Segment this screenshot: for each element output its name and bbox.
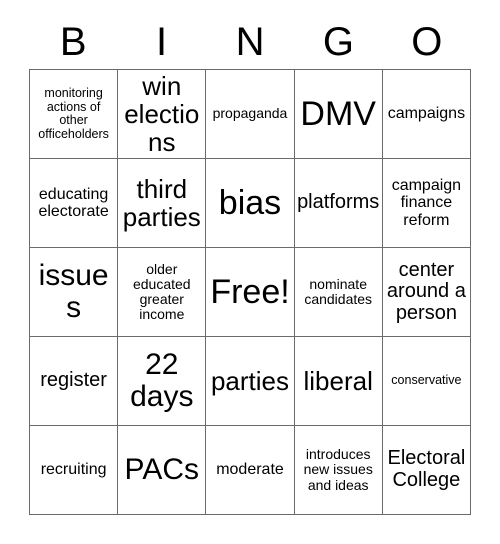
bingo-cell-r2c4[interactable]: platforms: [294, 159, 383, 248]
bingo-cell-r4c5[interactable]: conservative: [382, 337, 471, 426]
bingo-cell-label: introduces new issues and ideas: [303, 446, 373, 493]
bingo-cell-r5c5[interactable]: Electoral College: [382, 426, 471, 515]
bingo-header-letter-n: N: [235, 19, 265, 64]
bingo-header-letter-i: I: [156, 19, 168, 64]
bingo-cell-r5c1[interactable]: recruiting: [30, 426, 119, 515]
bingo-cell-label: educating electorate: [38, 185, 109, 220]
bingo-cell-r4c3[interactable]: parties: [206, 337, 295, 426]
bingo-cell-r4c4[interactable]: liberal: [294, 337, 383, 426]
bingo-cell-r4c2[interactable]: 22 days: [118, 337, 207, 426]
bingo-cell-label: win elections: [124, 70, 200, 158]
bingo-cell-label: older educated greater income: [132, 260, 191, 323]
bingo-header-letter-o: O: [411, 19, 443, 64]
bingo-header-letter-g: G: [322, 19, 354, 64]
bingo-cell-r1c1[interactable]: monitoring actions of other officeholder…: [30, 70, 119, 159]
bingo-header-row: B I N G O: [29, 14, 471, 69]
bingo-cell-label: register: [40, 369, 107, 392]
bingo-cell-label: PACs: [124, 452, 200, 486]
bingo-cell-r3c4[interactable]: nominate candidates: [294, 248, 383, 337]
bingo-cell-label: conservative: [391, 373, 462, 388]
bingo-cell-r5c4[interactable]: introduces new issues and ideas: [294, 426, 383, 515]
bingo-cell-label: third parties: [122, 173, 201, 232]
bingo-cell-r1c4[interactable]: DMV: [294, 70, 383, 159]
bingo-cell-label: issues: [38, 258, 109, 324]
bingo-cell-label: 22 days: [130, 347, 194, 413]
bingo-cell-free-space[interactable]: Free!: [206, 248, 295, 337]
bingo-cell-label: platforms: [297, 191, 380, 214]
bingo-cell-r5c2[interactable]: PACs: [118, 426, 207, 515]
bingo-cell-r2c1[interactable]: educating electorate: [30, 159, 119, 248]
bingo-cell-label: bias: [218, 183, 282, 222]
bingo-cell-label: center around a person: [386, 258, 466, 324]
bingo-cell-label: monitoring actions of other officeholder…: [38, 86, 109, 141]
bingo-cell-r1c3[interactable]: propaganda: [206, 70, 295, 159]
bingo-cell-r2c2[interactable]: third parties: [118, 159, 207, 248]
bingo-cell-label: recruiting: [40, 461, 107, 479]
bingo-cell-label: campaign finance reform: [391, 177, 462, 229]
bingo-cell-r3c5[interactable]: center around a person: [382, 248, 471, 337]
bingo-cell-r2c3[interactable]: bias: [206, 159, 295, 248]
bingo-cell-r3c1[interactable]: issues: [30, 248, 119, 337]
bingo-cell-label: liberal: [303, 365, 373, 396]
bingo-cell-label: nominate candidates: [304, 275, 373, 307]
bingo-cell-r2c5[interactable]: campaign finance reform: [382, 159, 471, 248]
bingo-grid: monitoring actions of other officeholder…: [29, 69, 471, 515]
bingo-cell-label: DMV: [300, 94, 376, 133]
bingo-cell-r1c2[interactable]: win elections: [118, 70, 207, 159]
bingo-cell-r4c1[interactable]: register: [30, 337, 119, 426]
bingo-cell-label: moderate: [216, 461, 284, 479]
bingo-card: B I N G O monitoring actions of other of…: [0, 0, 500, 544]
bingo-cell-label: propaganda: [212, 105, 288, 122]
bingo-cell-label: Free!: [210, 272, 290, 311]
bingo-cell-r1c5[interactable]: campaigns: [382, 70, 471, 159]
bingo-cell-label: parties: [210, 365, 290, 396]
bingo-cell-r5c3[interactable]: moderate: [206, 426, 295, 515]
bingo-cell-label: Electoral College: [387, 447, 466, 491]
bingo-header-letter-b: B: [59, 19, 87, 64]
bingo-cell-r3c2[interactable]: older educated greater income: [118, 248, 207, 337]
bingo-cell-label: campaigns: [387, 105, 466, 123]
